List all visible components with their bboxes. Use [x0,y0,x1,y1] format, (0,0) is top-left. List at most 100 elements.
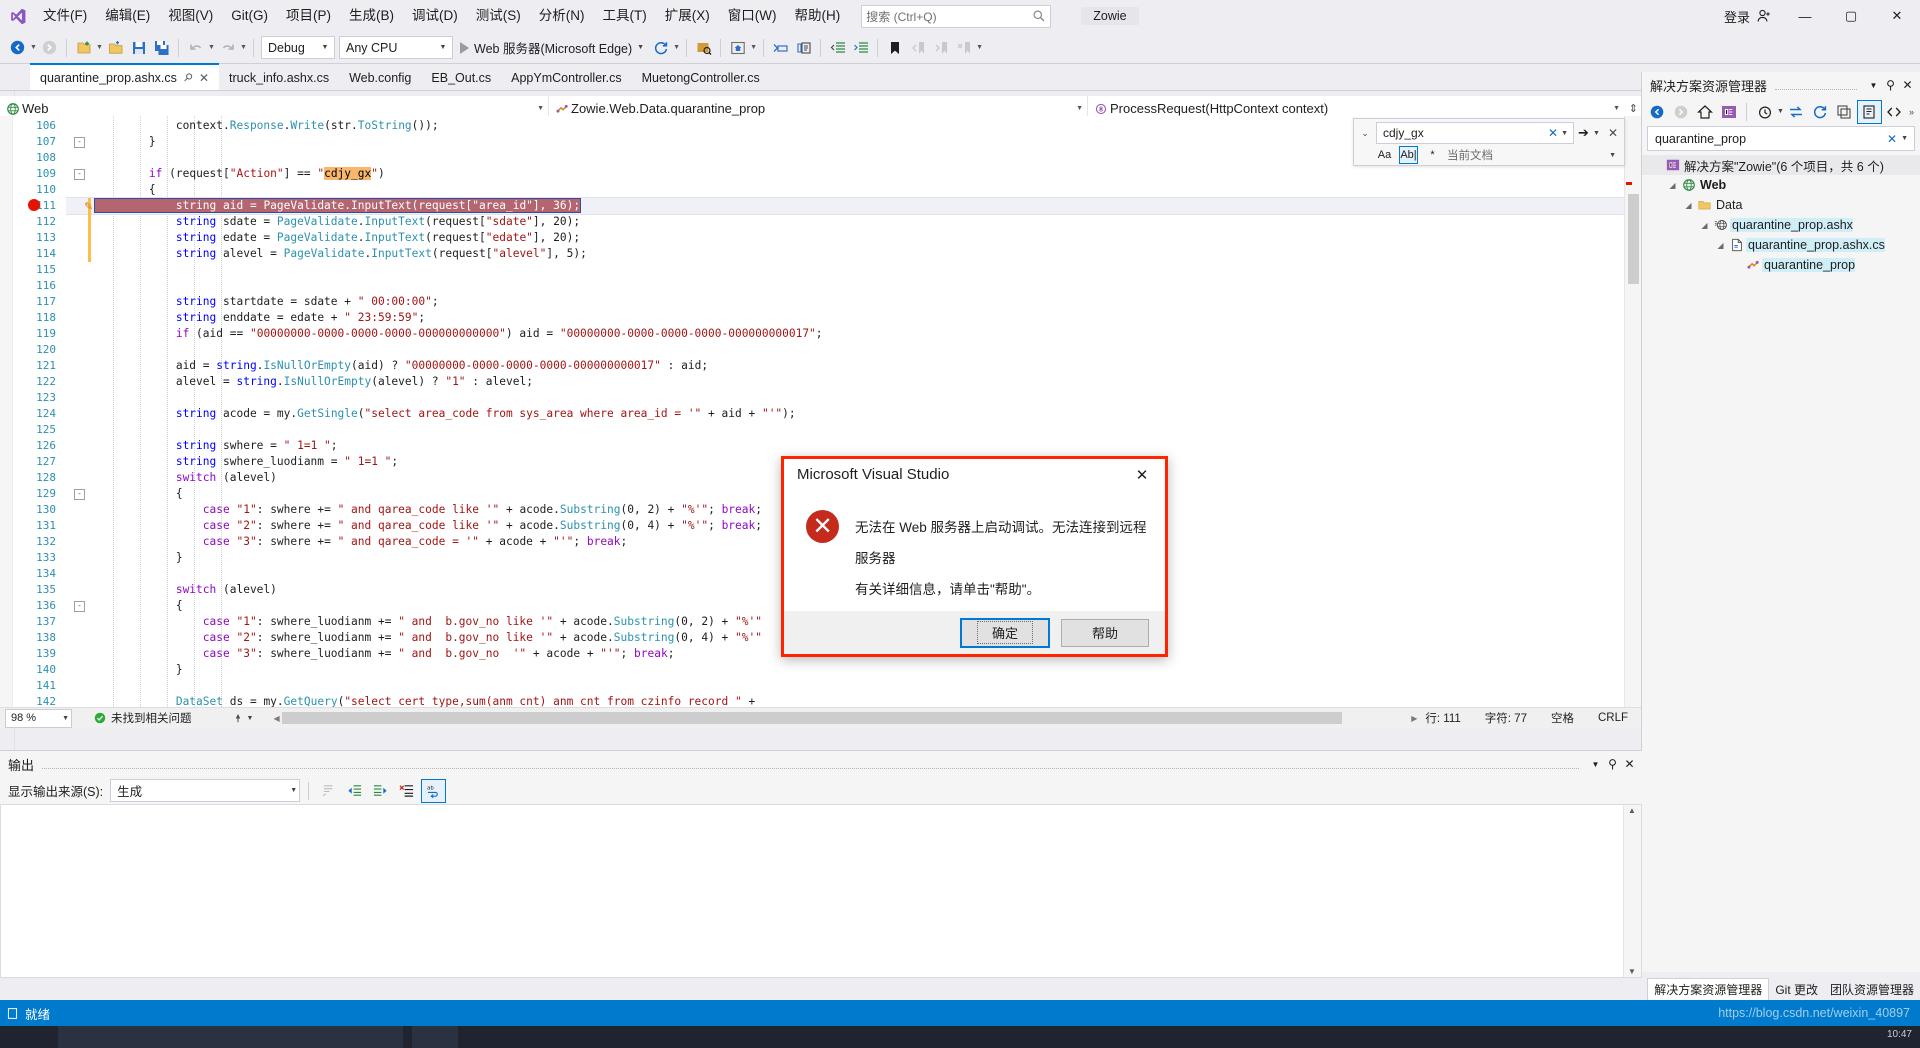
refresh-icon[interactable] [1809,101,1832,123]
home-icon[interactable] [1693,101,1716,123]
home-page-icon[interactable] [726,36,749,59]
dock-tab-solution-explorer[interactable]: 解决方案资源管理器 [1647,978,1770,1000]
tab-appym-controller-cs[interactable]: AppYmController.cs [501,65,632,90]
output-vertical-scrollbar[interactable]: ▲ ▼ [1623,805,1641,977]
toggle-word-wrap-icon[interactable]: ab [421,778,447,803]
find-next-dropdown-icon[interactable]: ▼ [1593,130,1602,137]
back-dropdown-icon[interactable]: ▼ [29,37,38,59]
close-panel-icon[interactable]: ✕ [1899,78,1916,92]
close-panel-icon[interactable]: ✕ [1621,757,1638,771]
tab-web-config[interactable]: Web.config [339,65,422,90]
menu-view[interactable]: 视图(V) [159,0,222,32]
next-message-icon[interactable] [369,780,392,802]
close-find-icon[interactable]: ✕ [1604,126,1622,140]
close-tab-icon[interactable]: ✕ [199,71,209,85]
close-window-button[interactable]: ✕ [1874,0,1920,32]
back-icon[interactable] [1645,101,1668,123]
toolbar-overflow-icon[interactable]: » [1909,107,1917,117]
uncomment-selection-icon[interactable] [792,36,815,59]
undo-icon[interactable] [184,36,207,59]
expand-collapse-icon[interactable]: ◢ [1666,181,1679,190]
navigate-backward-icon[interactable] [6,36,29,59]
navigate-forward-icon[interactable] [38,36,61,59]
solution-tree[interactable]: 解决方案"Zowie"(6 个项目，共 6 个) ◢ Web ◢ Data ◢ quaran… [1642,155,1920,972]
tree-node[interactable]: ◢ Data [1642,195,1920,215]
dialog-close-icon[interactable]: ✕ [1121,460,1163,490]
dialog-help-button[interactable]: 帮助 [1061,618,1149,647]
maximize-button[interactable]: ▢ [1828,0,1874,32]
scroll-up-icon[interactable]: ▲ [1628,806,1636,815]
overflow-icon[interactable]: ▼ [749,37,758,59]
clear-bookmarks-icon[interactable] [952,36,975,59]
menu-git[interactable]: Git(G) [222,0,277,32]
panel-dropdown-icon[interactable]: ▼ [1587,760,1604,769]
redo-dropdown-icon[interactable]: ▼ [239,37,248,59]
use-regex-icon[interactable]: * [1424,147,1441,163]
find-history-dropdown-icon[interactable]: ▼ [1561,130,1571,137]
expand-find-replace-icon[interactable]: ⌄ [1356,128,1374,139]
tab-quarantine-prop-ashx-cs[interactable]: quarantine_prop.ashx.cs ⚲ ✕ [30,63,220,90]
tree-node[interactable]: quarantine_prop [1642,255,1920,275]
match-whole-word-icon[interactable]: Ab| [1399,146,1418,164]
menu-extensions[interactable]: 扩展(X) [656,0,719,32]
show-all-files-icon[interactable] [1856,99,1882,124]
solution-root-icon[interactable] [1717,101,1740,123]
find-scope-dropdown-icon[interactable]: ▼ [1609,152,1624,159]
dock-tab-git-changes[interactable]: Git 更改 [1769,979,1824,1000]
editor-zoom-level[interactable]: 98 % ▼ [5,708,72,728]
start-debugging-button[interactable]: Web 服务器(Microsoft Edge) ▼ [455,36,649,59]
match-case-icon[interactable]: Aa [1376,147,1393,163]
tree-node[interactable]: ◢ quarantine_prop.ashx [1642,215,1920,235]
expand-collapse-icon[interactable]: ◢ [1682,201,1695,210]
solution-explorer-search-input[interactable]: quarantine_prop ✕ ▼ [1647,126,1915,151]
menu-tools[interactable]: 工具(T) [594,0,656,32]
comment-selection-icon[interactable] [769,36,792,59]
menu-file[interactable]: 文件(F) [34,0,96,32]
minimize-button[interactable]: — [1782,0,1828,32]
search-options-dropdown-icon[interactable]: ▼ [1901,135,1912,142]
tab-muetong-controller-cs[interactable]: MuetongController.cs [631,65,770,90]
chevron-down-icon[interactable]: ▼ [247,715,254,722]
previous-bookmark-icon[interactable] [906,36,929,59]
pin-panel-icon[interactable]: ⚲ [1604,757,1621,771]
breakpoint-icon[interactable] [28,199,40,211]
split-view-icon[interactable]: ⇕ [1629,102,1638,115]
view-code-icon[interactable] [1883,101,1906,123]
menu-build[interactable]: 生成(B) [340,0,403,32]
editor-horizontal-scrollbar[interactable] [281,711,1410,725]
next-bookmark-icon[interactable] [929,36,952,59]
menu-debug[interactable]: 调试(D) [403,0,467,32]
tab-truck-info-ashx-cs[interactable]: truck_info.ashx.cs [219,65,340,90]
panel-dropdown-icon[interactable]: ▼ [1865,81,1882,90]
output-text-area[interactable]: ▲ ▼ [0,804,1642,978]
tree-node[interactable]: ◢ Web [1642,175,1920,195]
clear-output-icon[interactable] [395,780,418,802]
new-project-dropdown-icon[interactable]: ▼ [95,37,104,59]
undo-dropdown-icon[interactable]: ▼ [207,37,216,59]
scroll-right-icon[interactable]: ▶ [1411,714,1417,723]
hot-reload-dropdown-icon[interactable]: ▼ [672,37,681,59]
clear-find-icon[interactable]: ✕ [1545,126,1561,140]
save-all-icon[interactable] [150,36,173,59]
pending-changes-icon[interactable] [1753,101,1776,123]
menu-edit[interactable]: 编辑(E) [96,0,159,32]
find-input[interactable]: cdjy_gx ✕ ▼ [1376,122,1574,144]
browser-preview-icon[interactable] [692,36,715,59]
dock-tab-team-explorer[interactable]: 团队资源管理器 [1824,979,1920,1000]
pin-panel-icon[interactable]: ⚲ [1882,78,1899,92]
toolbar-overflow-icon[interactable]: ▼ [975,37,984,59]
scroll-down-icon[interactable]: ▼ [1628,967,1636,976]
hot-reload-icon[interactable] [649,36,672,59]
toggle-bookmark-icon[interactable] [883,36,906,59]
tree-node[interactable]: 解决方案"Zowie"(6 个项目，共 6 个) [1642,155,1920,175]
menu-help[interactable]: 帮助(H) [785,0,849,32]
scroll-left-icon[interactable]: ◀ [273,714,279,723]
menu-project[interactable]: 项目(P) [277,0,340,32]
pin-icon[interactable]: ⚲ [180,70,195,85]
save-icon[interactable] [127,36,150,59]
go-to-message-icon[interactable] [317,780,340,802]
configuration-combo[interactable]: Debug ▼ [261,36,335,59]
menu-test[interactable]: 测试(S) [467,0,530,32]
tab-eb-out-cs[interactable]: EB_Out.cs [421,65,502,90]
sign-in-button[interactable]: 登录 [1714,7,1782,26]
